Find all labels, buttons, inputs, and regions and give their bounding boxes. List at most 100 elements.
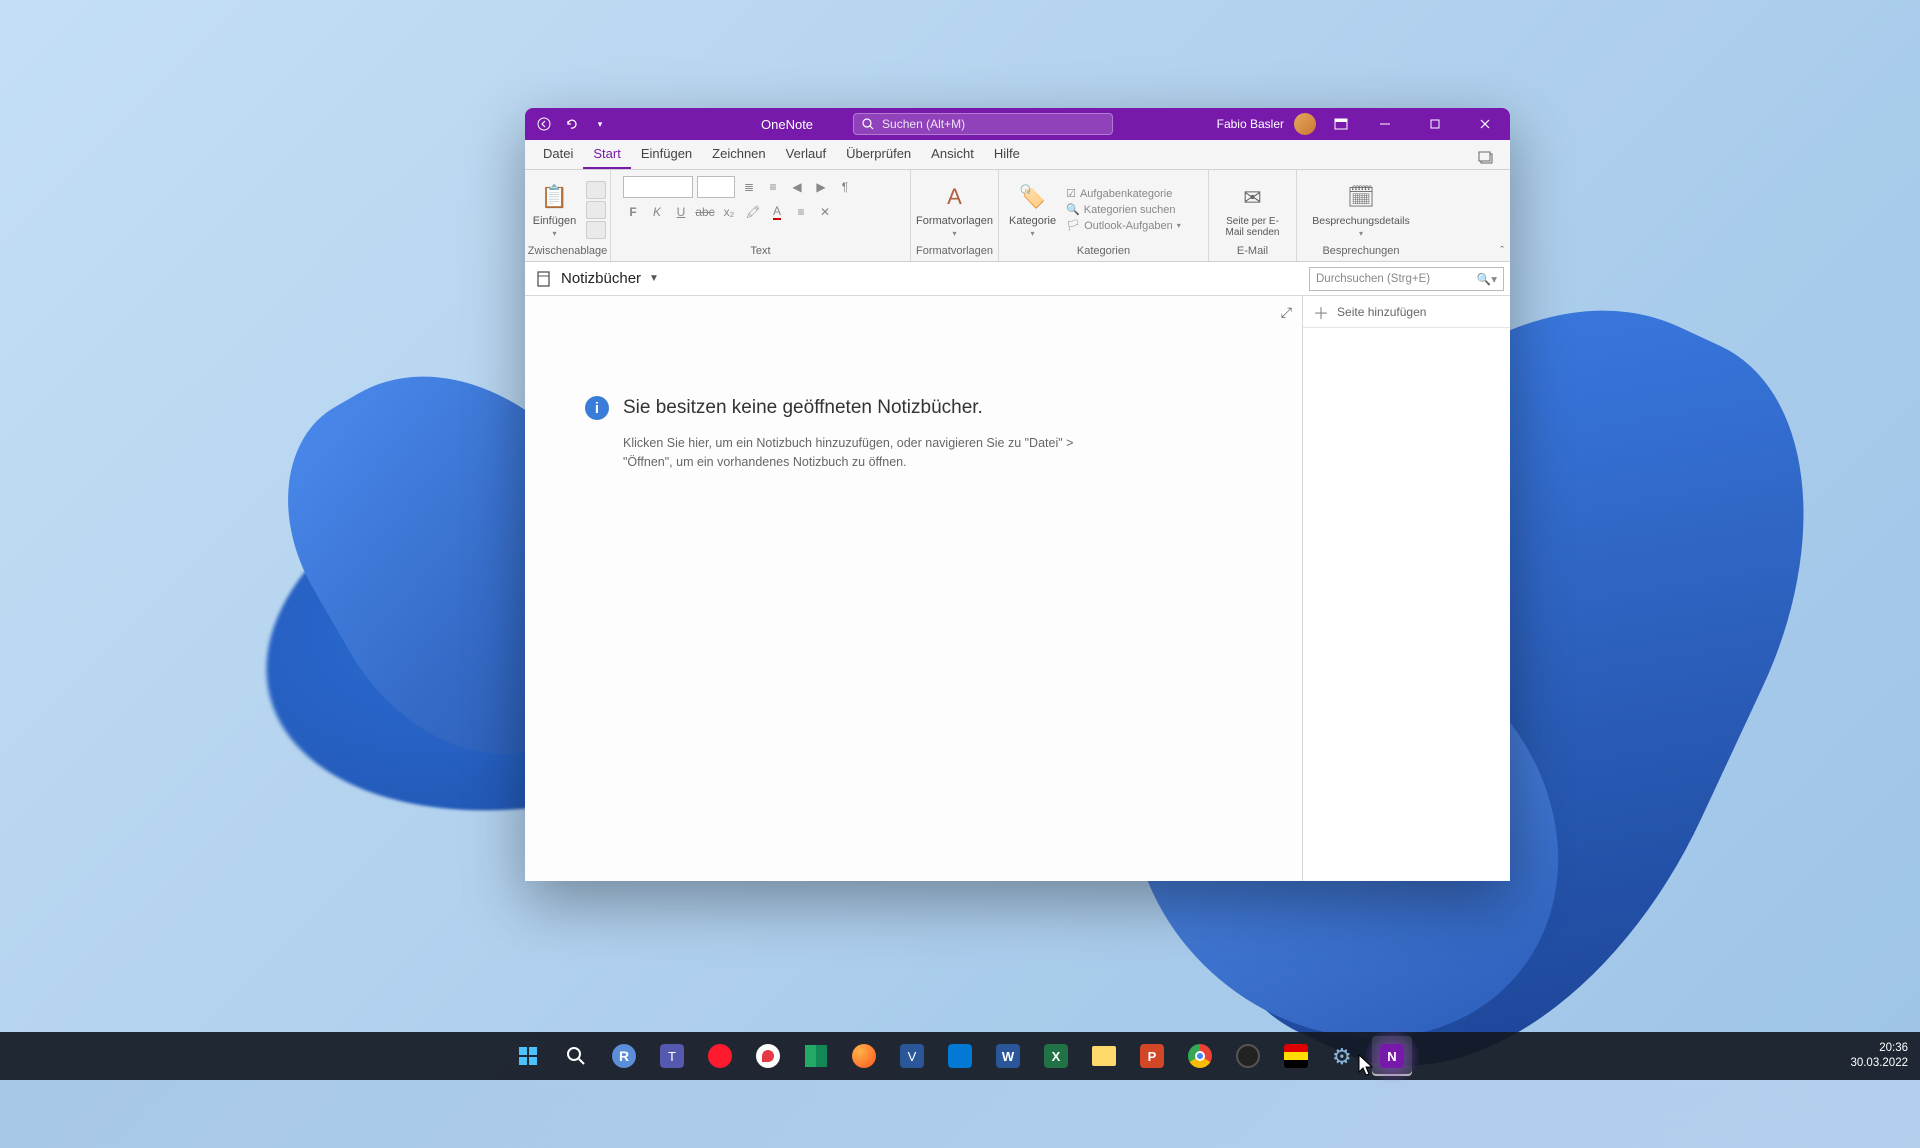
bold-button[interactable]: F [623,202,643,222]
close-button[interactable] [1462,108,1508,140]
search-icon [862,118,874,130]
highlight-button[interactable]: 🖍 [743,202,763,222]
tray-date: 30.03.2022 [1850,1056,1908,1071]
font-family-select[interactable] [623,176,693,198]
search-button[interactable] [556,1036,596,1076]
excel-icon[interactable]: X [1036,1036,1076,1076]
search-icon: 🔍▾ [1477,272,1497,286]
align-button[interactable]: ≡ [791,202,811,222]
empty-state-description[interactable]: Klicken Sie hier, um ein Notizbuch hinzu… [623,434,1103,472]
avatar[interactable] [1294,113,1316,135]
strikethrough-button[interactable]: abc [695,202,715,222]
opera-icon[interactable] [700,1036,740,1076]
powerpoint-icon[interactable]: P [1132,1036,1172,1076]
ribbon: 📋 Einfügen ▾ Zwischenablage ≣ ≡ [525,170,1510,262]
quick-access-dropdown[interactable]: ▾ [589,113,611,135]
app-title: OneNote [761,117,813,132]
taskbar-app-1[interactable]: R [604,1036,644,1076]
empty-state-heading: Sie besitzen keine geöffneten Notizbüche… [623,397,983,419]
search-categories-button[interactable]: 🔍Kategorien suchen [1066,202,1202,217]
tab-zeichnen[interactable]: Zeichnen [702,142,775,169]
chrome-icon[interactable] [1180,1036,1220,1076]
tab-einfuegen[interactable]: Einfügen [631,142,702,169]
paragraph-icon[interactable]: ¶ [835,177,855,197]
italic-button[interactable]: K [647,202,667,222]
taskbar: R T V W X P ⚙ N 20:36 30.03.2022 [0,1032,1920,1080]
word-icon[interactable]: W [988,1036,1028,1076]
paste-button[interactable]: 📋 Einfügen ▾ [529,179,580,240]
search-placeholder: Suchen (Alt+M) [882,117,965,131]
ribbon-tabs: Datei Start Einfügen Zeichnen Verlauf Üb… [525,140,1510,170]
obs-icon[interactable] [1228,1036,1268,1076]
titlebar: ▾ OneNote Suchen (Alt+M) Fabio Basler [525,108,1510,140]
notebook-bar: Notizbücher ▼ Durchsuchen (Strg+E) 🔍▾ [525,262,1510,296]
onenote-taskbar-icon[interactable]: N [1372,1036,1412,1076]
expand-icon[interactable]: ⤢ [1281,304,1292,321]
cut-button[interactable] [586,181,606,199]
indent-button[interactable]: ▶ [811,177,831,197]
outdent-button[interactable]: ◀ [787,177,807,197]
numbering-button[interactable]: ≡ [763,177,783,197]
collapse-ribbon-button[interactable]: ˆ [1500,245,1504,257]
taskbar-app-2[interactable] [748,1036,788,1076]
bullets-button[interactable]: ≣ [739,177,759,197]
main-pane[interactable]: ⤢ i Sie besitzen keine geöffneten Notizb… [525,296,1302,881]
clipboard-icon: 📋 [539,181,571,213]
notebook-icon [535,270,553,288]
underline-button[interactable]: U [671,202,691,222]
styles-button[interactable]: A Formatvorlagen ▾ [912,179,997,240]
subscript-button[interactable]: x₂ [719,202,739,222]
category-button[interactable]: 🏷️ Kategorie ▾ [1005,179,1060,240]
chevron-down-icon[interactable]: ▼ [649,273,659,284]
tab-ansicht[interactable]: Ansicht [921,142,984,169]
ribbon-display-button[interactable] [1330,113,1352,135]
font-color-button[interactable]: A [767,202,787,222]
pages-pane: ＋ Seite hinzufügen [1302,296,1510,881]
outlook-tasks-button[interactable]: 🏳Outlook-Aufgaben▾ [1066,218,1202,233]
explorer-icon[interactable] [1084,1036,1124,1076]
start-button[interactable] [508,1036,548,1076]
task-category-button[interactable]: ☑Aufgabenkategorie [1066,186,1202,201]
email-page-button[interactable]: ✉ Seite per E-Mail senden [1215,180,1290,240]
teams-icon[interactable]: T [652,1036,692,1076]
new-window-button[interactable] [1470,147,1502,169]
envelope-icon: ✉ [1237,182,1269,214]
add-page-button[interactable]: ＋ Seite hinzufügen [1303,296,1510,328]
onenote-window: ▾ OneNote Suchen (Alt+M) Fabio Basler Da… [525,108,1510,881]
minimize-button[interactable] [1362,108,1408,140]
clear-formatting-button[interactable]: ✕ [815,202,835,222]
tray-time: 20:36 [1850,1041,1908,1056]
meetings-group-label: Besprechungen [1322,245,1399,259]
tab-start[interactable]: Start [583,142,630,169]
maximize-button[interactable] [1412,108,1458,140]
system-tray[interactable]: 20:36 30.03.2022 [1850,1041,1908,1071]
search-input[interactable]: Suchen (Alt+M) [853,113,1113,135]
format-painter-button[interactable] [586,221,606,239]
meeting-details-button[interactable]: 🗓 Besprechungsdetails ▾ [1308,179,1413,240]
page-search-input[interactable]: Durchsuchen (Strg+E) 🔍▾ [1309,267,1504,291]
tab-datei[interactable]: Datei [533,142,583,169]
content-area: ⤢ i Sie besitzen keine geöffneten Notizb… [525,296,1510,881]
taskbar-app-3[interactable] [796,1036,836,1076]
tab-ueberpruefen[interactable]: Überprüfen [836,142,921,169]
info-icon: i [585,396,609,420]
taskbar-app-4[interactable] [1276,1036,1316,1076]
text-group-label: Text [750,245,770,259]
email-group-label: E-Mail [1237,245,1268,259]
user-name[interactable]: Fabio Basler [1217,117,1284,131]
firefox-icon[interactable] [844,1036,884,1076]
back-button[interactable] [533,113,555,135]
copy-button[interactable] [586,201,606,219]
notebooks-dropdown[interactable]: Notizbücher [561,270,641,287]
tab-hilfe[interactable]: Hilfe [984,142,1030,169]
undo-button[interactable] [561,113,583,135]
tag-icon: 🏷️ [1017,181,1049,213]
styles-icon: A [939,181,971,213]
font-size-select[interactable] [697,176,735,198]
plus-icon: ＋ [1313,300,1329,324]
visio-icon[interactable]: V [892,1036,932,1076]
photos-icon[interactable] [940,1036,980,1076]
categories-group-label: Kategorien [1077,245,1130,259]
tab-verlauf[interactable]: Verlauf [776,142,836,169]
settings-icon[interactable]: ⚙ [1324,1036,1364,1076]
